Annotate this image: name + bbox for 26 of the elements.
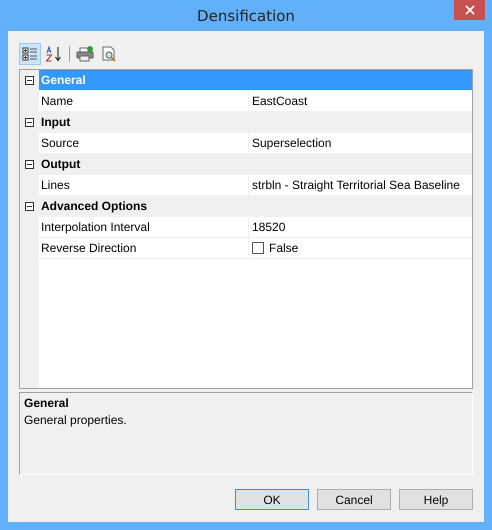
category-row[interactable]: Advanced Options: [39, 196, 472, 216]
dialog-button[interactable]: Cancel: [317, 489, 391, 510]
checkbox[interactable]: [252, 242, 264, 254]
property-value: False: [269, 241, 298, 255]
window-title: Densification: [197, 6, 295, 24]
collapse-icon[interactable]: [25, 202, 34, 210]
property-name[interactable]: Reverse Direction: [39, 238, 249, 258]
property-value[interactable]: 18520: [252, 220, 286, 234]
collapse-icon[interactable]: [25, 118, 34, 126]
category-row[interactable]: Output: [39, 154, 472, 174]
property-value[interactable]: EastCoast: [252, 94, 308, 108]
property-name[interactable]: Source: [39, 133, 249, 153]
property-name[interactable]: Lines: [39, 175, 249, 195]
dialog-button[interactable]: Help: [399, 489, 473, 510]
close-icon[interactable]: [454, 0, 485, 20]
category-row[interactable]: Input: [39, 112, 472, 132]
property-value[interactable]: Superselection: [252, 136, 332, 150]
categorized-view-icon[interactable]: [19, 43, 41, 65]
property-name[interactable]: Name: [39, 91, 249, 111]
property-name[interactable]: Interpolation Interval: [39, 217, 249, 237]
description-text: General properties.: [24, 413, 128, 427]
description-title: General: [24, 396, 70, 410]
dialog-button[interactable]: OK: [235, 489, 309, 510]
property-value[interactable]: strbln - Straight Territorial Sea Baseline: [252, 178, 460, 192]
collapse-icon[interactable]: [25, 76, 34, 84]
collapse-icon[interactable]: [25, 160, 34, 168]
